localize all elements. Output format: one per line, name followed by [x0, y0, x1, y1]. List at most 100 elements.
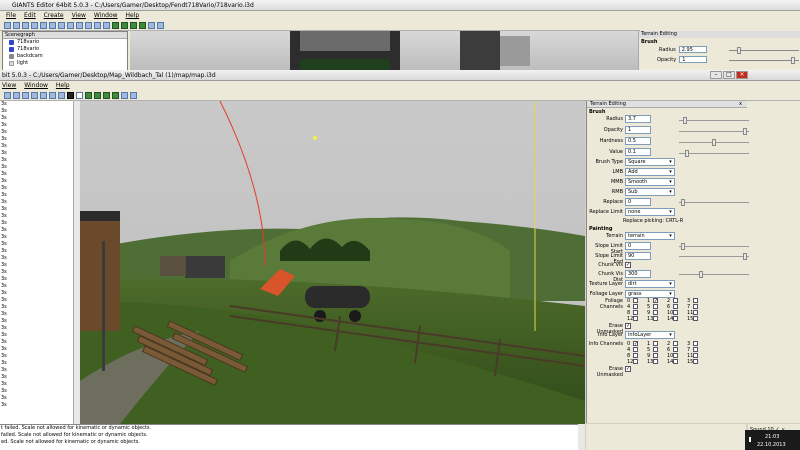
delete-icon[interactable]: [58, 91, 65, 99]
menu-view[interactable]: View: [2, 81, 16, 90]
opacity-slider[interactable]: [679, 128, 749, 135]
channel-checkbox[interactable]: [673, 298, 678, 303]
terrain-paint-icon[interactable]: [94, 91, 101, 99]
paste-icon[interactable]: [49, 91, 56, 99]
console-scrollbar[interactable]: [578, 424, 585, 450]
redo-icon[interactable]: [31, 91, 38, 99]
delete-icon[interactable]: [67, 22, 74, 29]
terrain-paint-icon[interactable]: [121, 22, 128, 29]
channel-checkbox[interactable]: [673, 341, 678, 346]
hardness-input[interactable]: 0.5: [625, 137, 651, 145]
scenegraph-node[interactable]: light: [3, 60, 127, 67]
scenegraph-node[interactable]: 718vario: [3, 39, 127, 46]
channel-checkbox[interactable]: [673, 359, 678, 364]
mmb-dropdown[interactable]: Smooth ▾: [625, 178, 675, 186]
foliage-paint-icon[interactable]: [103, 91, 110, 99]
undo-icon[interactable]: [22, 91, 29, 99]
play-icon[interactable]: [94, 22, 101, 29]
channel-checkbox[interactable]: [633, 347, 638, 352]
new-file-icon[interactable]: [4, 22, 11, 29]
channel-checkbox[interactable]: [633, 353, 638, 358]
channel-checkbox[interactable]: [673, 310, 678, 315]
erase-unmasked-checkbox-2[interactable]: ✓: [625, 366, 631, 372]
channel-checkbox[interactable]: [633, 316, 638, 321]
channel-checkbox[interactable]: [633, 310, 638, 315]
rmb-dropdown[interactable]: Sub ▾: [625, 188, 675, 196]
save-icon[interactable]: [22, 22, 29, 29]
redo-icon[interactable]: [40, 22, 47, 29]
slope-end-slider[interactable]: [679, 253, 749, 260]
channel-checkbox[interactable]: [693, 298, 698, 303]
chunk-vis-checkbox[interactable]: ✓: [625, 262, 631, 268]
zoom-icon[interactable]: [121, 91, 128, 99]
import-icon[interactable]: [76, 22, 83, 29]
copy-icon[interactable]: [49, 22, 56, 29]
radius-slider[interactable]: [679, 117, 749, 124]
save-icon[interactable]: [13, 91, 20, 99]
foliage-layer-dropdown[interactable]: grass ▾: [625, 290, 675, 298]
close-button[interactable]: ×: [736, 71, 748, 79]
chunk-vis-dist-slider[interactable]: [679, 271, 749, 278]
replace-limit-dropdown[interactable]: none ▾: [625, 208, 675, 216]
channel-checkbox[interactable]: [653, 310, 658, 315]
channel-checkbox[interactable]: [653, 359, 658, 364]
tray-date[interactable]: 22.10.2013: [757, 442, 786, 448]
channel-checkbox[interactable]: [693, 304, 698, 309]
brush-type-dropdown[interactable]: Square ▾: [625, 158, 675, 166]
back-opacity-input[interactable]: 1: [679, 56, 708, 63]
channel-checkbox[interactable]: [693, 347, 698, 352]
speaker-icon[interactable]: [749, 437, 754, 442]
menu-window[interactable]: Window: [24, 81, 48, 90]
channel-checkbox[interactable]: [693, 310, 698, 315]
channel-checkbox[interactable]: ✓: [653, 298, 658, 304]
channel-checkbox[interactable]: [653, 304, 658, 309]
channel-checkbox[interactable]: [693, 359, 698, 364]
back-opacity-slider[interactable]: [729, 57, 799, 64]
foliage-paint-icon[interactable]: [130, 22, 137, 29]
frame-icon[interactable]: [76, 91, 83, 99]
info-paint-icon[interactable]: [112, 91, 119, 99]
settings-icon[interactable]: [157, 22, 164, 29]
menu-help[interactable]: Help: [56, 81, 70, 90]
slope-start-slider[interactable]: [679, 243, 749, 250]
hardness-slider[interactable]: [679, 139, 749, 146]
back-menu-help[interactable]: Help: [126, 11, 140, 21]
channel-checkbox[interactable]: [653, 341, 658, 346]
channel-checkbox[interactable]: [693, 341, 698, 346]
play-icon[interactable]: [67, 91, 74, 99]
replace-slider[interactable]: [679, 199, 749, 206]
settings-icon[interactable]: [130, 91, 137, 99]
channel-checkbox[interactable]: [653, 347, 658, 352]
slope-end-input[interactable]: 90: [625, 252, 651, 260]
value-input[interactable]: 0.1: [625, 148, 651, 156]
back-menu-edit[interactable]: Edit: [24, 11, 36, 21]
replace-input[interactable]: 0: [625, 198, 651, 206]
texture-layer-dropdown[interactable]: dirt ▾: [625, 280, 675, 288]
paste-icon[interactable]: [58, 22, 65, 29]
channel-checkbox[interactable]: [693, 316, 698, 321]
channel-checkbox[interactable]: [653, 316, 658, 321]
log-scrollbar[interactable]: [73, 101, 80, 424]
tray-time[interactable]: 21:03: [765, 434, 779, 440]
info-layer-dropdown[interactable]: infoLayer ▾: [625, 331, 675, 339]
info-paint-icon[interactable]: [139, 22, 146, 29]
export-icon[interactable]: [85, 22, 92, 29]
back-menu-file[interactable]: File: [6, 11, 16, 21]
back-radius-input[interactable]: 2.95: [678, 46, 707, 53]
channel-checkbox[interactable]: ✓: [633, 341, 638, 347]
copy-icon[interactable]: [40, 91, 47, 99]
terrain-dropdown[interactable]: terrain ▾: [625, 232, 675, 240]
terrain-sculpt-icon[interactable]: [85, 91, 92, 99]
panel-close-icon[interactable]: x: [739, 101, 742, 108]
erase-unmasked-checkbox[interactable]: ✓: [625, 323, 631, 329]
channel-checkbox[interactable]: [633, 298, 638, 303]
slope-start-input[interactable]: 0: [625, 242, 651, 250]
channel-checkbox[interactable]: [633, 304, 638, 309]
channel-checkbox[interactable]: [673, 316, 678, 321]
lmb-dropdown[interactable]: Add ▾: [625, 168, 675, 176]
channel-checkbox[interactable]: [673, 347, 678, 352]
terrain-sculpt-icon[interactable]: [112, 22, 119, 29]
open-file-icon[interactable]: [4, 91, 11, 99]
minimize-button[interactable]: –: [710, 71, 722, 79]
background-3d-viewport[interactable]: [130, 31, 638, 72]
